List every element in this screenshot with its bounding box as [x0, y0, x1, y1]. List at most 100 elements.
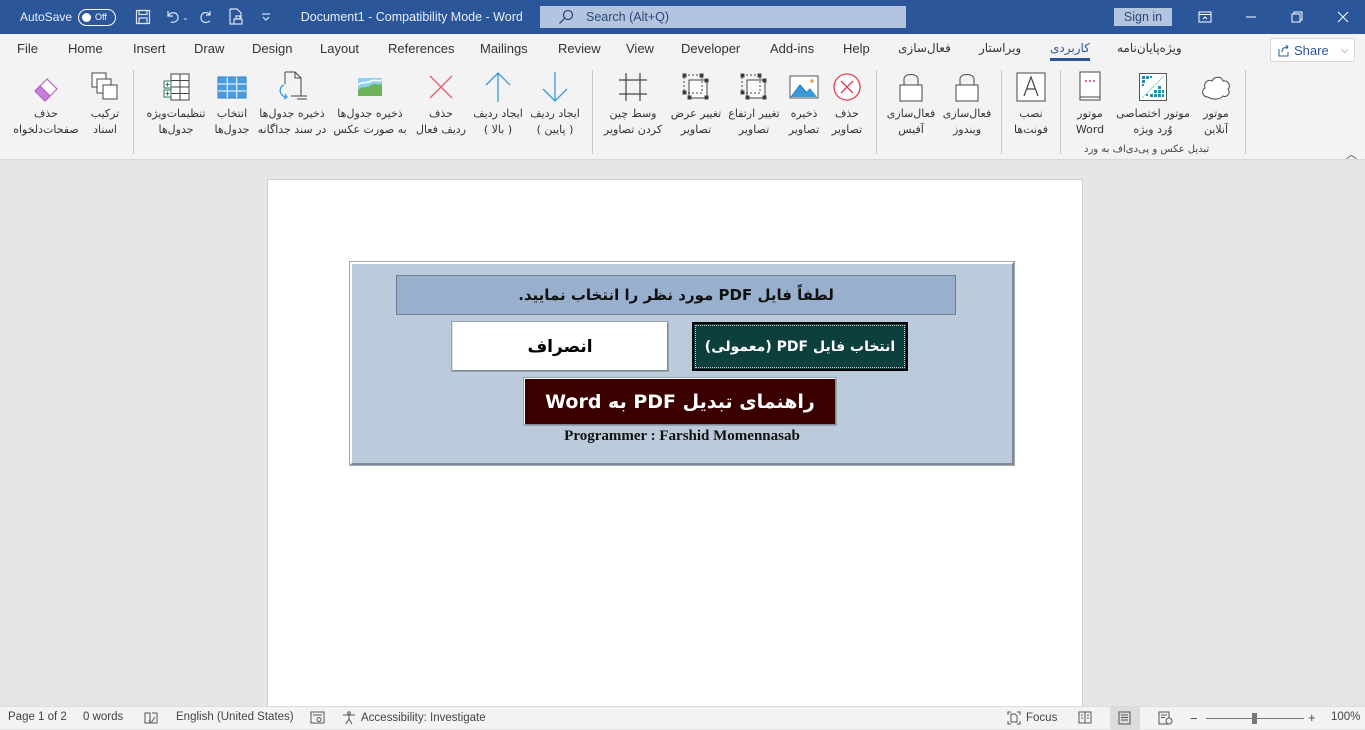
center-images-button[interactable]: وسط چین کردن تصاویر: [600, 70, 666, 138]
autosave-toggle[interactable]: Off: [78, 8, 117, 26]
tab-addins[interactable]: Add-ins: [770, 41, 814, 56]
ribbon-separator: [1245, 70, 1246, 154]
accessibility-status[interactable]: Accessibility: Investigate: [342, 711, 486, 725]
select-tables-button[interactable]: انتخاب جدول‌ها: [210, 70, 254, 138]
tab-practical[interactable]: کاربردی: [1050, 41, 1090, 61]
proofing-icon[interactable]: [144, 711, 158, 725]
resize-height-button[interactable]: تغییر ارتفاع تصاویر: [726, 70, 782, 138]
activate-windows-button[interactable]: فعال‌سازی ویندوز: [940, 70, 994, 138]
cloud-icon: [1200, 70, 1232, 104]
select-pdf-button[interactable]: انتخاب فایل PDF (معمولی): [692, 322, 908, 371]
delete-images-button[interactable]: حذف تصاویر: [826, 70, 868, 138]
tab-editor[interactable]: ویراستار: [979, 41, 1021, 55]
undo-dropdown-icon[interactable]: ⌄: [182, 13, 189, 22]
install-fonts-button[interactable]: نصب فونت‌ها: [1008, 70, 1054, 138]
collapse-ribbon-icon[interactable]: ︿: [1346, 146, 1357, 162]
tab-help[interactable]: Help: [843, 41, 870, 56]
lock-icon: [898, 70, 924, 104]
search-box[interactable]: Search (Alt+Q): [540, 6, 906, 28]
lock-icon: [954, 70, 980, 104]
document-title: Document1 - Compatibility Mode - Word: [300, 10, 523, 24]
save-tables-document-button[interactable]: ذخیره جدول‌ها در سند جداگانه: [256, 70, 328, 138]
resize-width-icon: [681, 70, 711, 104]
font-a-icon: [1016, 70, 1046, 104]
programmer-credit: Programmer : Farshid Momennasab: [564, 428, 800, 444]
tab-mailings[interactable]: Mailings: [480, 41, 528, 56]
custom-engine-button[interactable]: موتور اختصاصی وُرد ویژه: [1112, 70, 1194, 138]
save-icon[interactable]: [130, 0, 156, 34]
page-count[interactable]: Page 1 of 2: [8, 711, 67, 723]
accessibility-label: Accessibility: Investigate: [361, 712, 486, 724]
share-label: Share: [1294, 42, 1329, 58]
language[interactable]: English (United States): [176, 711, 294, 723]
customize-qat-icon[interactable]: [253, 0, 279, 34]
tab-home[interactable]: Home: [68, 41, 103, 56]
zoom-level[interactable]: 100%: [1331, 711, 1360, 723]
ribbon-display-icon[interactable]: [1182, 0, 1228, 34]
table-grid-icon: [217, 70, 247, 104]
guide-button[interactable]: راهنمای تبدیل PDF به Word: [524, 378, 836, 425]
focus-label: Focus: [1026, 712, 1058, 724]
share-button[interactable]: Share ⌵: [1270, 38, 1355, 62]
zoom-out-button[interactable]: −: [1190, 711, 1198, 726]
word-engine-button[interactable]: موتور Word: [1068, 70, 1112, 138]
close-icon[interactable]: [1320, 0, 1365, 34]
read-mode-icon[interactable]: [1078, 711, 1092, 724]
ribbon-separator: [133, 70, 134, 154]
toggle-knob: [82, 12, 92, 22]
pixel-grid-icon: [1139, 70, 1167, 104]
sign-in-button[interactable]: Sign in: [1114, 8, 1172, 26]
save-document-icon: [275, 70, 309, 104]
print-preview-icon[interactable]: [223, 0, 249, 34]
save-tables-image-button[interactable]: ذخیره جدول‌ها به صورت عکس: [332, 70, 408, 138]
word-count[interactable]: 0 words: [83, 711, 123, 723]
merge-docs-button[interactable]: ترکیب اسناد: [84, 70, 126, 138]
table-settings-button[interactable]: تنظیمات‌ویژه جدول‌ها: [142, 70, 210, 138]
eraser-icon: [31, 70, 61, 104]
ribbon-tabs: File Home Insert Draw Design Layout Refe…: [0, 34, 1365, 64]
print-layout-icon[interactable]: [1118, 711, 1131, 725]
display-settings-icon[interactable]: [310, 711, 325, 724]
restore-icon[interactable]: [1274, 0, 1320, 34]
share-icon: [1278, 44, 1289, 56]
online-engine-button[interactable]: موتور آنلاین: [1196, 70, 1236, 138]
x-mark-icon: [427, 70, 455, 104]
resize-height-icon: [739, 70, 769, 104]
tab-developer[interactable]: Developer: [681, 41, 740, 56]
accessibility-icon: [343, 711, 355, 725]
tab-references[interactable]: References: [388, 41, 454, 56]
redo-icon[interactable]: [193, 0, 219, 34]
group-label: تبدیل عکس و پی‌دی‌اف به ورد: [1084, 144, 1210, 155]
insert-row-above-button[interactable]: ایجاد ردیف ( بالا ): [470, 70, 526, 138]
tab-layout[interactable]: Layout: [320, 41, 359, 56]
cancel-button[interactable]: انصراف: [452, 322, 668, 371]
dialog-header: لطفاً فایل PDF مورد نظر را انتخاب نمایید…: [396, 275, 956, 315]
delete-row-button[interactable]: حذف ردیف فعال: [412, 70, 470, 138]
tab-file[interactable]: File: [17, 41, 38, 56]
resize-width-button[interactable]: تغییر عرض تصاویر: [668, 70, 724, 138]
zoom-slider-thumb[interactable]: [1252, 713, 1257, 724]
tab-view[interactable]: View: [626, 41, 654, 56]
book-icon: [1078, 70, 1102, 104]
tab-activation[interactable]: فعال‌سازی: [898, 41, 951, 55]
ribbon-separator: [1001, 70, 1002, 154]
minimize-icon[interactable]: [1228, 0, 1274, 34]
insert-row-below-button[interactable]: ایجاد ردیف ( پایین ): [527, 70, 583, 138]
save-images-button[interactable]: ذخیره تصاویر: [784, 70, 824, 138]
tab-thesis[interactable]: ویژه‌پایان‌نامه: [1117, 41, 1182, 55]
chevron-down-icon[interactable]: ⌵: [1341, 45, 1349, 56]
tab-draw[interactable]: Draw: [194, 41, 224, 56]
pdf-convert-dialog: لطفاً فایل PDF مورد نظر را انتخاب نمایید…: [350, 262, 1014, 465]
tab-insert[interactable]: Insert: [133, 41, 166, 56]
tab-review[interactable]: Review: [558, 41, 601, 56]
zoom-in-button[interactable]: +: [1308, 710, 1316, 725]
web-layout-icon[interactable]: [1158, 711, 1173, 725]
crop-frame-icon: [618, 70, 648, 104]
delete-pages-button[interactable]: حذف صفحات‌دلخواه: [10, 70, 82, 138]
status-bar: Page 1 of 2 0 words English (United Stat…: [0, 706, 1365, 730]
ribbon: حذف صفحات‌دلخواه ترکیب اسناد تنظیمات‌ویژ…: [0, 64, 1365, 162]
activate-office-button[interactable]: فعال‌سازی آفیس: [884, 70, 938, 138]
autosave-state: Off: [95, 12, 107, 22]
focus-button[interactable]: Focus: [1007, 711, 1057, 725]
tab-design[interactable]: Design: [252, 41, 292, 56]
